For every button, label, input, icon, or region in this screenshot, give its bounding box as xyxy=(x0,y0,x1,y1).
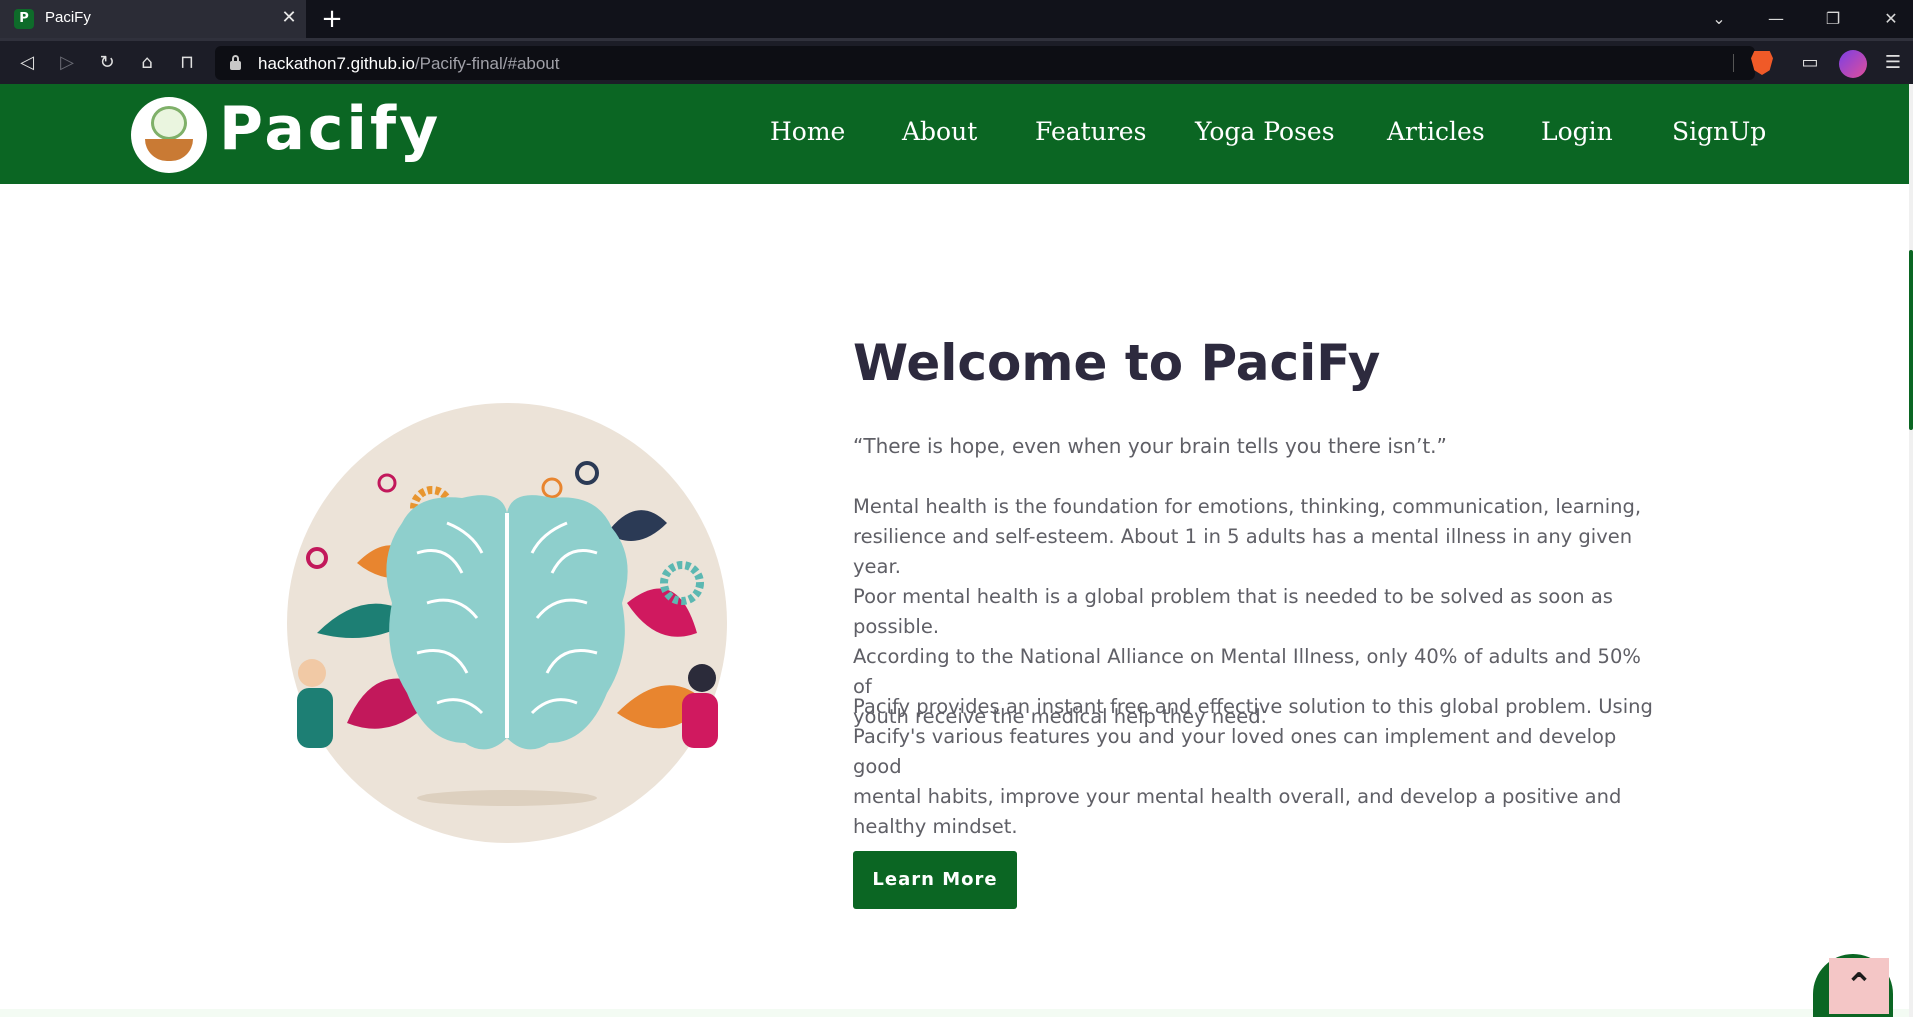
paragraph-line: Pacify's various features you and your l… xyxy=(853,725,1617,778)
paragraph-line: Mental health is the foundation for emot… xyxy=(853,495,1642,518)
home-icon[interactable]: ⌂ xyxy=(132,48,162,78)
url-text: hackathon7.github.io/Pacify-final/#about xyxy=(258,54,560,74)
learn-more-button[interactable]: Learn More xyxy=(853,851,1017,909)
url-path: /Pacify-final/#about xyxy=(414,54,560,73)
reload-icon[interactable]: ↻ xyxy=(92,48,122,78)
restore-icon[interactable]: ❐ xyxy=(1817,5,1849,33)
brain-illustration xyxy=(287,403,727,843)
close-icon[interactable]: ✕ xyxy=(278,7,300,29)
nav-signup[interactable]: SignUp xyxy=(1672,117,1766,146)
chevron-down-icon[interactable]: ⌄ xyxy=(1703,5,1735,33)
nav-features[interactable]: Features xyxy=(1035,117,1146,146)
nav-about[interactable]: About xyxy=(902,117,977,146)
window-close-icon[interactable]: ✕ xyxy=(1875,5,1907,33)
wallet-icon[interactable]: ▭ xyxy=(1795,48,1825,78)
site-favicon-icon: P xyxy=(14,9,34,29)
scrollbar-thumb[interactable] xyxy=(1909,250,1913,430)
profile-avatar-icon[interactable] xyxy=(1839,50,1867,78)
paragraph-line: possible. xyxy=(853,615,940,638)
tab-title: PaciFy xyxy=(45,9,91,26)
back-icon[interactable]: ◁ xyxy=(12,48,42,78)
forward-icon[interactable]: ▷ xyxy=(52,48,82,78)
about-heading: Welcome to PaciFy xyxy=(853,334,1381,392)
address-bar[interactable]: hackathon7.github.io/Pacify-final/#about xyxy=(215,46,1773,80)
paragraph-line: healthy mindset. xyxy=(853,815,1018,838)
chevron-up-icon: ⌃ xyxy=(1844,966,1874,1006)
page-scrollbar[interactable] xyxy=(1909,84,1913,1017)
site-header: Pacify Home About Features Yoga Poses Ar… xyxy=(0,84,1909,184)
about-quote: “There is hope, even when your brain tel… xyxy=(853,434,1447,458)
paragraph-line: Poor mental health is a global problem t… xyxy=(853,585,1613,608)
site-logo-text[interactable]: Pacify xyxy=(219,94,441,164)
plus-icon[interactable]: + xyxy=(318,5,346,33)
bookmark-icon[interactable]: ⊓ xyxy=(172,48,202,78)
nav-login[interactable]: Login xyxy=(1541,117,1613,146)
nav-articles[interactable]: Articles xyxy=(1387,117,1485,146)
logo-icon[interactable] xyxy=(131,97,207,173)
logo-tree-icon xyxy=(151,106,187,140)
minimize-icon[interactable]: — xyxy=(1760,5,1792,33)
lock-icon xyxy=(230,55,241,70)
menu-icon[interactable]: ☰ xyxy=(1878,48,1908,78)
paragraph-line: resilience and self-esteem. About 1 in 5… xyxy=(853,525,1633,578)
browser-toolbar: ◁ ▷ ↻ ⌂ ⊓ hackathon7.github.io/Pacify-fi… xyxy=(0,38,1913,84)
brave-shield-icon[interactable] xyxy=(1751,51,1773,75)
logo-hands-icon xyxy=(145,139,193,161)
url-separator xyxy=(1733,54,1734,72)
nav-home[interactable]: Home xyxy=(770,117,845,146)
nav-yoga-poses[interactable]: Yoga Poses xyxy=(1195,117,1335,146)
about-paragraph-2: Pacify provides an instant free and effe… xyxy=(853,692,1653,842)
paragraph-line: Pacify provides an instant free and effe… xyxy=(853,695,1653,718)
url-host: hackathon7.github.io xyxy=(258,54,415,73)
browser-tab[interactable]: P PaciFy ✕ xyxy=(0,0,306,38)
browser-tab-bar: P PaciFy ✕ + ⌄ — ❐ ✕ xyxy=(0,0,1913,38)
paragraph-line: mental habits, improve your mental healt… xyxy=(853,785,1622,808)
next-section-edge xyxy=(0,1009,1909,1017)
scroll-to-top-button[interactable]: ⌃ xyxy=(1829,958,1889,1014)
